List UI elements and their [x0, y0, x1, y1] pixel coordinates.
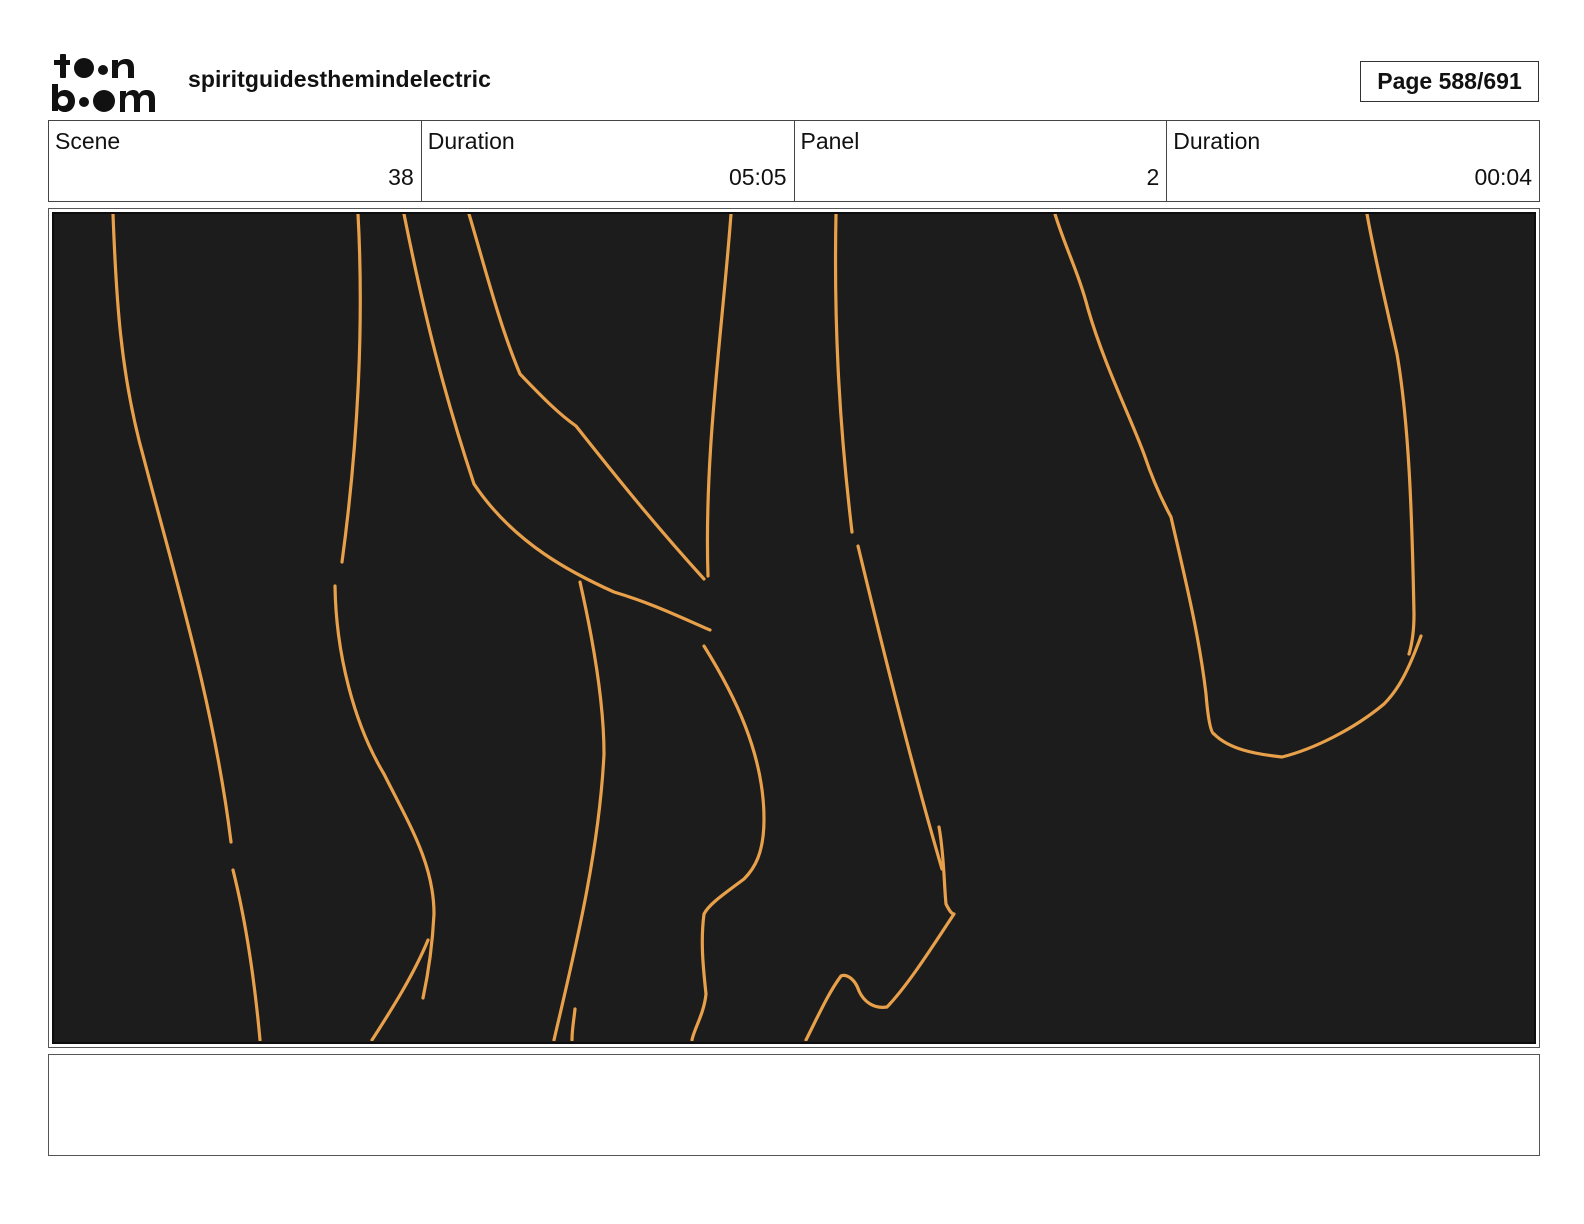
line-right-leg-front	[1365, 214, 1416, 656]
scene-duration-cell: Duration 05:05	[422, 121, 795, 201]
line-center-ankle	[804, 825, 956, 1041]
scene-info-table: Scene 38 Duration 05:05 Panel 2 Duration…	[48, 120, 1540, 202]
project-title: spiritguidesthemindelectric	[188, 66, 492, 92]
storyboard-panel-frame	[48, 208, 1540, 1048]
line-shin-tick	[570, 1007, 577, 1041]
line-right-leg-back	[1053, 214, 1216, 736]
panel-duration-cell: Duration 00:04	[1167, 121, 1539, 201]
line-leg2-upper	[340, 214, 362, 564]
panel-notes-box[interactable]	[48, 1054, 1540, 1156]
page-counter: Page 588/691	[1360, 61, 1539, 102]
line-shin-right	[690, 644, 766, 1041]
panel-drawing	[111, 214, 1423, 1041]
panel-cell: Panel 2	[795, 121, 1168, 201]
scene-duration-label: Duration	[427, 128, 515, 154]
panel-value: 2	[1146, 164, 1160, 190]
storyboard-panel-image	[52, 212, 1536, 1044]
line-left-leg-outer	[111, 214, 233, 844]
scene-label: Scene	[55, 128, 121, 154]
line-right-foot	[1212, 634, 1423, 759]
scene-duration-value: 05:05	[728, 164, 787, 190]
panel-label: Panel	[800, 128, 860, 154]
line-shin-left	[552, 580, 606, 1041]
line-thigh-a	[402, 214, 712, 632]
panel-duration-value: 00:04	[1474, 164, 1532, 190]
line-knee-right	[705, 214, 733, 578]
line-leg2-foot	[370, 938, 430, 1041]
line-leg2-lower	[333, 584, 436, 1000]
scene-value: 38	[388, 164, 414, 190]
panel-duration-label: Duration	[1173, 128, 1261, 154]
line-center-leg-upper	[833, 214, 854, 534]
scene-cell: Scene 38	[49, 121, 422, 201]
line-center-leg-lower	[856, 544, 944, 871]
toonboom-logo	[52, 54, 155, 112]
line-thigh-b	[467, 214, 706, 581]
line-left-leg-lower	[231, 868, 262, 1041]
